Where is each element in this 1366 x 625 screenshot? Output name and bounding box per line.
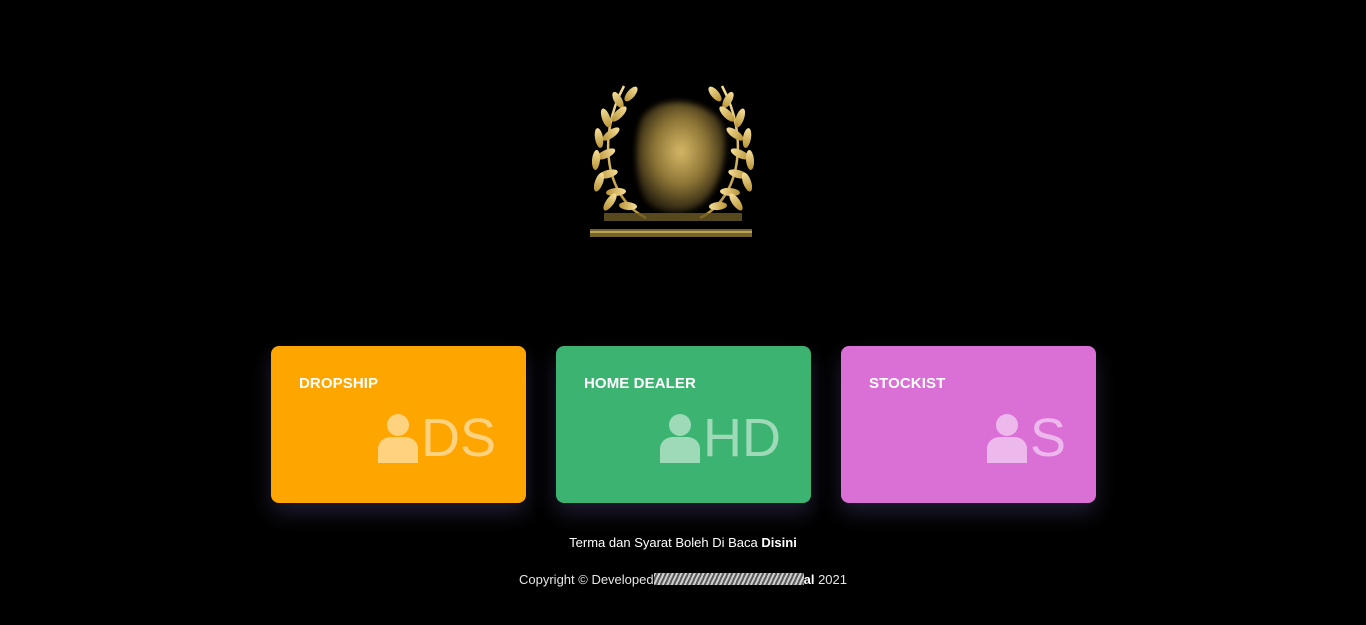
card-badge: S — [986, 410, 1066, 466]
home-dealer-card[interactable]: HOME DEALER HD — [556, 346, 811, 503]
card-title: DROPSHIP — [299, 375, 379, 392]
card-title: STOCKIST — [869, 375, 946, 392]
user-icon — [377, 413, 421, 463]
laurel-wreath-logo — [584, 78, 762, 244]
copyright-line: Copyright © Developed al 2021 — [0, 572, 1366, 587]
copyright-year: 2021 — [818, 572, 847, 587]
terms-line: Terma dan Syarat Boleh Di Baca Disini — [0, 535, 1366, 550]
card-badge: HD — [659, 410, 781, 466]
stockist-card[interactable]: STOCKIST S — [841, 346, 1096, 503]
page: DROPSHIP DS HOME DEALER HD STOCKIST S Te… — [0, 0, 1366, 625]
terms-text: Terma dan Syarat Boleh Di Baca — [569, 535, 758, 550]
copyright-developer-suffix: al — [803, 572, 815, 587]
role-cards: DROPSHIP DS HOME DEALER HD STOCKIST S — [271, 346, 1096, 503]
copyright-prefix: Copyright © Developed — [519, 572, 654, 587]
card-abbreviation: HD — [703, 408, 781, 468]
card-abbreviation: DS — [420, 408, 496, 468]
dropship-card[interactable]: DROPSHIP DS — [271, 346, 526, 503]
user-icon — [659, 413, 703, 463]
card-abbreviation: S — [1029, 408, 1066, 468]
card-title: HOME DEALER — [584, 375, 696, 392]
user-icon — [986, 413, 1030, 463]
card-badge: DS — [377, 410, 496, 466]
redacted-developer-name — [653, 573, 804, 585]
terms-link[interactable]: Disini — [761, 535, 796, 550]
